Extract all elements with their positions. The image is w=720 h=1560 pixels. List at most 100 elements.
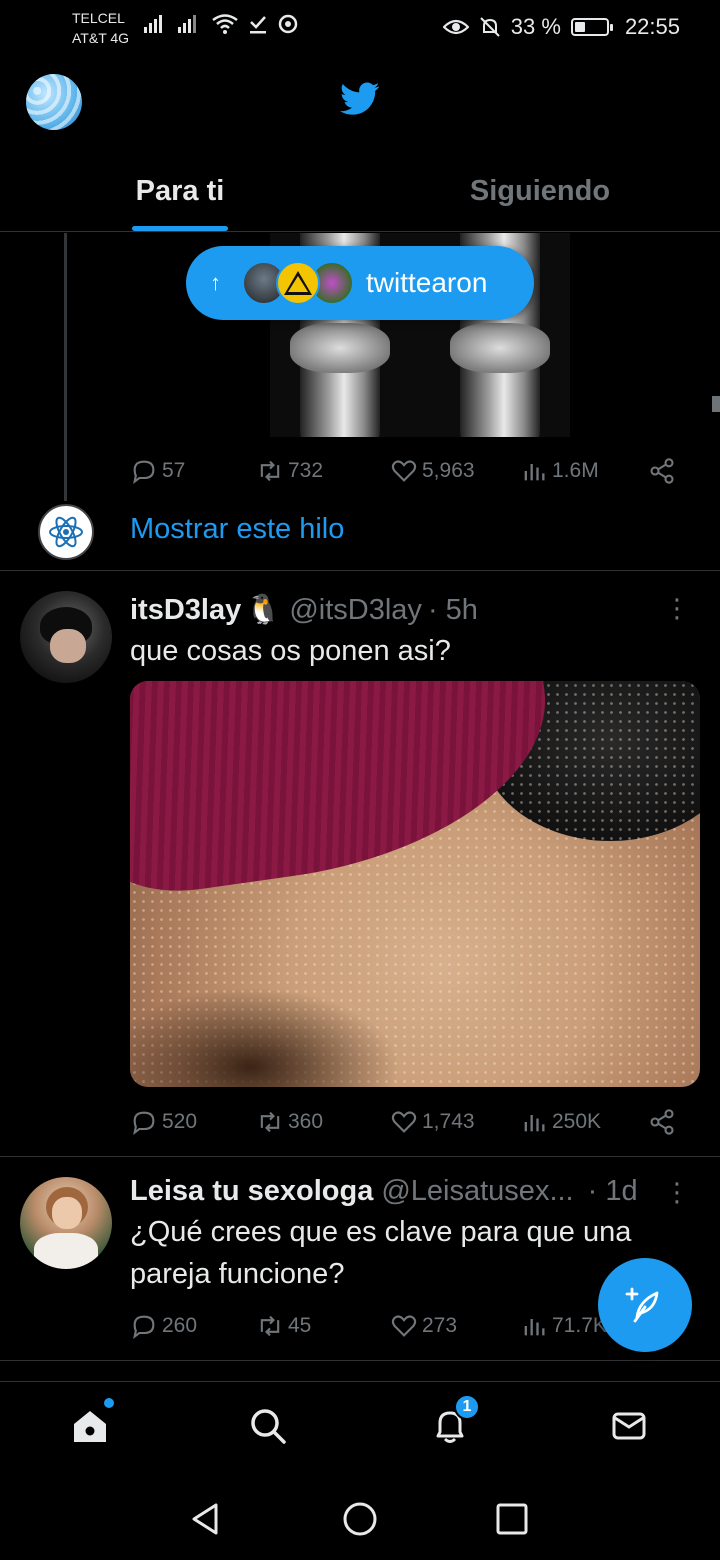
battery-percent: 33 % <box>510 14 561 39</box>
back-icon[interactable] <box>186 1499 226 1539</box>
tweet-header: itsD3lay 🐧 @itsD3lay · 5h <box>130 593 478 627</box>
xray-knee-right <box>450 323 550 373</box>
retweet-icon <box>260 1111 280 1133</box>
compose-tweet-button[interactable] <box>598 1258 692 1352</box>
timeline-feed[interactable]: ↑ twittearon 57 732 5,963 1.6M Mostrar e… <box>0 233 720 1381</box>
views-icon <box>524 1319 545 1336</box>
bell-off-icon <box>480 17 500 37</box>
profile-avatar[interactable] <box>26 74 82 130</box>
views-count: 1.6M <box>552 459 599 482</box>
bottom-navigation: 1 <box>0 1381 720 1475</box>
reply-count: 260 <box>162 1314 198 1337</box>
image-shadow <box>130 987 400 1087</box>
reply-button[interactable]: 520 <box>130 1108 197 1136</box>
more-options-icon[interactable]: ⋮ <box>664 595 690 621</box>
author-avatar[interactable] <box>20 1177 112 1269</box>
nav-messages[interactable] <box>605 1402 653 1450</box>
heart-icon <box>391 1315 417 1337</box>
retweet-icon <box>260 1315 280 1337</box>
scroll-indicator[interactable] <box>712 396 720 412</box>
retweet-count: 360 <box>288 1110 324 1133</box>
reply-button[interactable]: 57 <box>130 457 185 485</box>
retweet-count: 732 <box>288 459 324 482</box>
retweet-count: 45 <box>288 1314 312 1337</box>
views-button[interactable]: 250K <box>520 1108 601 1136</box>
tab-para-ti[interactable]: Para ti <box>0 152 360 231</box>
tweet-time: · 5h <box>427 594 478 626</box>
tweet-divider <box>0 1360 720 1361</box>
views-count: 250K <box>552 1110 602 1133</box>
author-handle[interactable]: @itsD3lay <box>289 594 422 627</box>
download-done-icon <box>250 16 266 34</box>
status-left-icons <box>144 14 298 34</box>
active-tab-indicator <box>132 226 228 231</box>
arrow-up-icon: ↑ <box>210 270 221 295</box>
like-button[interactable]: 273 <box>390 1312 457 1340</box>
notification-badge: 1 <box>454 1394 480 1420</box>
author-name[interactable]: Leisa tu sexologa <box>130 1175 373 1208</box>
pill-label: twittearon <box>366 267 488 298</box>
sync-icon <box>278 14 298 34</box>
like-button[interactable]: 1,743 <box>390 1108 475 1136</box>
tweet-header: Leisa tu sexologa @Leisatusex... · 1d <box>130 1175 638 1208</box>
battery-level <box>574 22 585 32</box>
like-count: 5,963 <box>422 459 475 482</box>
compose-feather-icon <box>625 1287 659 1323</box>
reply-icon <box>133 1315 155 1339</box>
status-bar: TELCEL AT&T 4G 33 % 22:55 <box>0 0 720 56</box>
atom-logo-icon <box>49 516 83 548</box>
heart-icon <box>391 1111 417 1133</box>
nav-home[interactable] <box>66 1398 114 1450</box>
retweet-button[interactable]: 732 <box>256 457 323 485</box>
mail-icon <box>612 1412 646 1440</box>
feed-tabs: Para ti Siguiendo <box>0 152 720 232</box>
thread-connector-line <box>64 233 67 501</box>
show-thread-link[interactable]: Mostrar este hilo <box>130 513 344 546</box>
new-tweets-pill[interactable]: ↑ twittearon <box>186 246 534 320</box>
carrier-2: AT&T 4G <box>72 30 130 46</box>
unread-dot <box>104 1398 114 1408</box>
reply-icon <box>133 1111 155 1135</box>
author-name[interactable]: itsD3lay <box>130 594 241 627</box>
tab-siguiendo[interactable]: Siguiendo <box>360 152 720 231</box>
clock: 22:55 <box>624 14 680 39</box>
views-icon <box>524 1115 545 1132</box>
tab-label: Para ti <box>135 175 225 207</box>
avatar-shirt <box>34 1233 98 1269</box>
tweet-actions: 57 732 5,963 1.6M <box>130 451 700 491</box>
eye-comfort-icon <box>442 19 469 35</box>
pill-avatars <box>242 261 354 305</box>
battery-icon <box>570 18 613 36</box>
tweet-divider <box>0 570 720 571</box>
author-avatar[interactable] <box>20 591 112 683</box>
like-count: 1,743 <box>422 1110 475 1133</box>
nav-notifications[interactable]: 1 <box>426 1394 480 1450</box>
wifi-icon <box>212 14 238 34</box>
avatar-face <box>52 1197 82 1229</box>
like-count: 273 <box>422 1314 458 1337</box>
reply-button[interactable]: 260 <box>130 1312 197 1340</box>
retweet-icon <box>260 460 280 482</box>
more-options-icon[interactable]: ⋮ <box>664 1179 690 1205</box>
retweet-button[interactable]: 360 <box>256 1108 323 1136</box>
share-button[interactable] <box>648 1108 676 1136</box>
thread-avatar[interactable] <box>38 504 94 560</box>
avatar-face <box>50 629 86 663</box>
author-handle[interactable]: @Leisatusex... <box>381 1175 573 1208</box>
tweet-media-image[interactable] <box>130 681 700 1087</box>
tweet-text: que cosas os ponen asi? <box>130 635 451 667</box>
tab-label: Siguiendo <box>469 175 611 207</box>
recents-icon[interactable] <box>492 1499 532 1539</box>
tweet-divider <box>0 1156 720 1157</box>
views-button[interactable]: 1.6M <box>520 457 599 485</box>
top-header <box>0 56 720 152</box>
like-button[interactable]: 5,963 <box>390 457 475 485</box>
twitter-bird-icon[interactable] <box>340 82 380 116</box>
home-circle-icon[interactable] <box>340 1499 380 1539</box>
views-button[interactable]: 71.7K <box>520 1312 607 1340</box>
reply-icon <box>133 460 155 484</box>
nav-search[interactable] <box>244 1402 292 1450</box>
retweet-button[interactable]: 45 <box>256 1312 311 1340</box>
share-button[interactable] <box>648 457 676 485</box>
share-icon <box>650 458 674 484</box>
